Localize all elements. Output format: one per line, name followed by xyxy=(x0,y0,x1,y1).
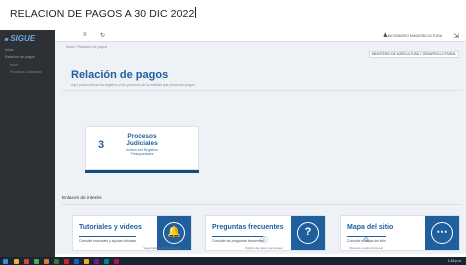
process-count: 3 xyxy=(98,139,105,151)
process-name: Procesos Judiciales xyxy=(126,133,158,147)
user-menu[interactable]: FUNCIONARIO MINAGRICULTURA xyxy=(384,34,442,38)
divider xyxy=(62,204,462,205)
process-card[interactable]: 3 Procesos Judiciales Activos con Regist… xyxy=(85,126,199,170)
process-description: Activos con Registros Presupuestales xyxy=(126,148,158,156)
sidebar-item-inicio[interactable]: Inicio xyxy=(5,48,13,52)
interest-card-title: Preguntas frecuentes xyxy=(212,224,284,231)
refresh-icon[interactable]: ↻ xyxy=(100,32,105,39)
interest-card-title: Mapa del sitio xyxy=(347,224,394,231)
footer-item-mesa[interactable]: ⊙ Mesa de ayuda funcional xyxy=(326,237,406,250)
footer-label: Política de datos personales xyxy=(245,246,283,250)
interest-section-title: Enlaces de interés xyxy=(62,196,102,201)
taskbar-app-icon[interactable] xyxy=(104,258,109,264)
breadcrumb[interactable]: Inicio / Relación de pagos xyxy=(66,45,107,49)
taskbar-app-icon[interactable] xyxy=(74,258,79,264)
document-caption: RELACION DE PAGOS A 30 DIC 2022 xyxy=(10,7,197,20)
app-logo[interactable]: ≋ SIGUE xyxy=(4,34,35,43)
sidebar-item-relacion-pagos[interactable]: Relación de pagos xyxy=(5,55,35,59)
taskbar-app-icon[interactable] xyxy=(54,258,59,264)
menu-icon[interactable]: ≡ xyxy=(83,32,87,38)
shield-icon: ● xyxy=(159,237,165,244)
caption-text: RELACION DE PAGOS A 30 DIC 2022 xyxy=(10,8,195,20)
interest-card-title: Tutoriales y videos xyxy=(79,224,142,231)
text-cursor xyxy=(195,7,197,18)
os-taskbar: 1:46 p.m. xyxy=(0,257,466,265)
sidebar-subitem-inicio[interactable]: Inicio xyxy=(10,63,18,67)
sidebar: ≋ SIGUE Inicio Relación de pagos Inicio P… xyxy=(0,30,55,257)
start-icon[interactable] xyxy=(3,258,8,264)
page-title: Relación de pagos xyxy=(71,69,169,81)
process-card-footer-bar xyxy=(85,170,199,173)
taskbar-app-icon[interactable] xyxy=(24,258,29,264)
sidebar-subitem-procesos[interactable]: Procesos Judiciales xyxy=(10,70,42,74)
taskbar-clock: 1:46 p.m. xyxy=(447,258,462,263)
footer-label: Seguridad de la información xyxy=(143,246,181,250)
top-bar: ≡ ↻ ♟ FUNCIONARIO MINAGRICULTURA ⇲ xyxy=(55,30,466,42)
organization-button[interactable]: MINISTERIO DE AGRICULTURA Y DESARROLLO R… xyxy=(369,51,459,58)
taskbar-app-icon[interactable] xyxy=(44,258,49,264)
footer-label: Mesa de ayuda funcional xyxy=(349,246,383,250)
taskbar-app-icon[interactable] xyxy=(14,258,19,264)
taskbar-app-icon[interactable] xyxy=(114,258,119,264)
divider xyxy=(62,90,462,91)
logout-icon[interactable]: ⇲ xyxy=(453,32,459,40)
footer-item-politica[interactable]: ⓘ Política de datos personales xyxy=(224,237,304,250)
footer-item-seguridad[interactable]: ● Seguridad de la información xyxy=(122,237,202,250)
taskbar-app-icon[interactable] xyxy=(84,258,89,264)
taskbar-app-icon[interactable] xyxy=(94,258,99,264)
interest-card-icon-box: ⋯ xyxy=(425,216,459,250)
info-icon: ⓘ xyxy=(260,237,268,244)
taskbar-app-icon[interactable] xyxy=(64,258,69,264)
sitemap-icon: ⋯ xyxy=(431,222,453,244)
page-subtitle: Aquí podrá revisar los registros y los p… xyxy=(71,83,195,87)
browser-screenshot: ≋ SIGUE Inicio Relación de pagos Inicio P… xyxy=(0,30,466,265)
help-icon: ⊙ xyxy=(363,237,369,244)
taskbar-app-icon[interactable] xyxy=(34,258,39,264)
